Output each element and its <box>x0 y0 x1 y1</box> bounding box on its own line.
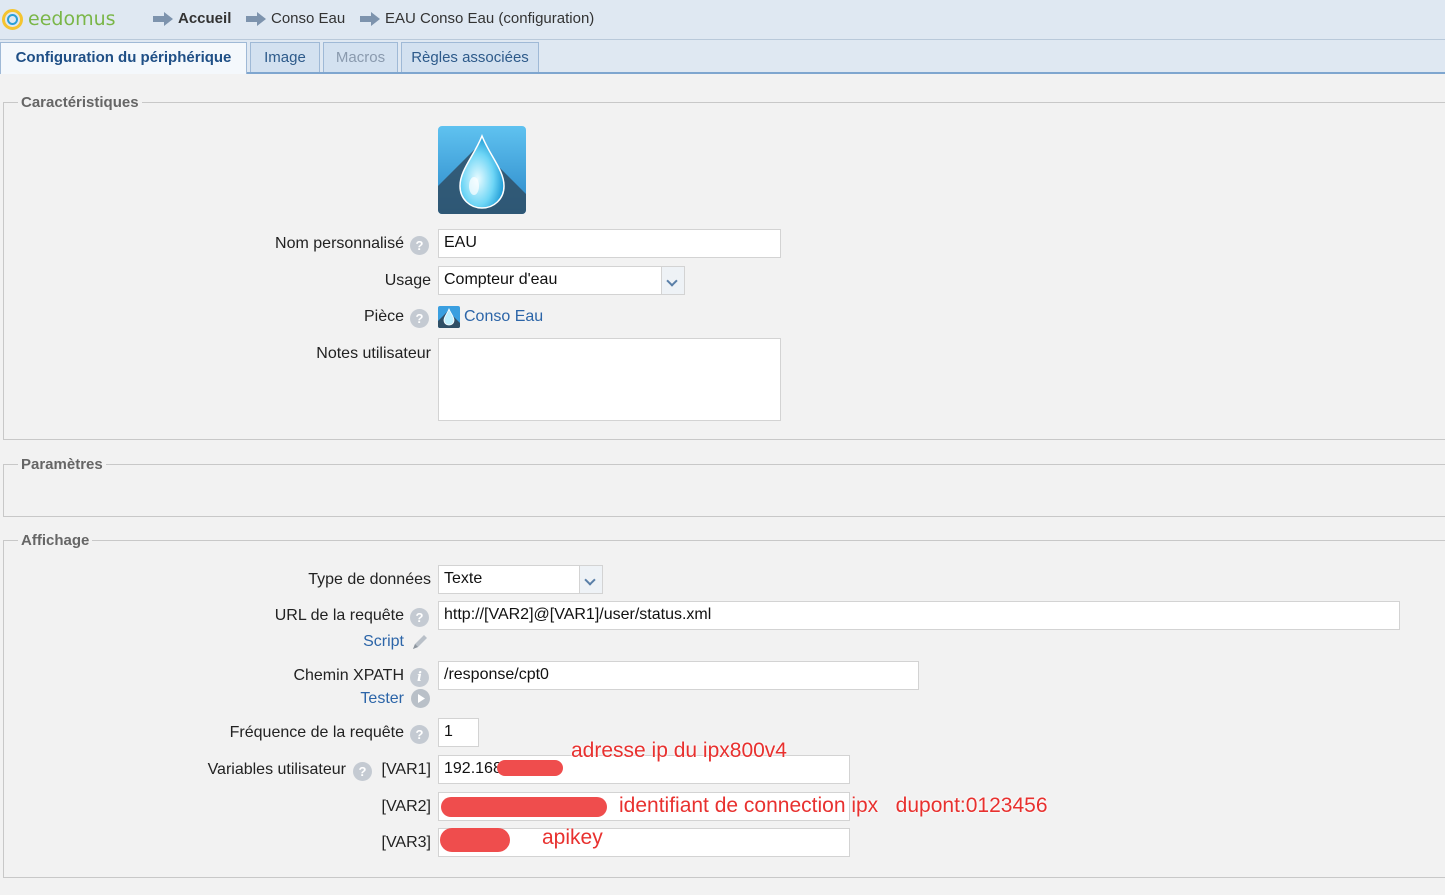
script-link[interactable]: Script <box>363 633 404 651</box>
xpath-input[interactable]: /response/cpt0 <box>438 661 919 690</box>
info-icon[interactable]: i <box>410 668 429 687</box>
piece-link[interactable]: Conso Eau <box>464 308 543 326</box>
logo-text: eedomus <box>28 8 116 30</box>
help-icon[interactable]: ? <box>410 725 429 744</box>
eedomus-logo[interactable]: eedomus <box>2 6 116 32</box>
redaction-mark <box>441 797 607 817</box>
tester-link[interactable]: Tester <box>360 690 404 708</box>
annotation-var2: identifiant de connection ipx dupont:012… <box>619 794 1048 817</box>
xpath-label: Chemin XPATH <box>293 667 404 684</box>
frequence-label: Fréquence de la requête <box>229 724 404 741</box>
breadcrumb-current: EAU Conso Eau (configuration) <box>360 10 594 27</box>
logo-ring-icon <box>2 8 23 30</box>
play-icon[interactable] <box>411 689 430 708</box>
annotation-var3: apikey <box>542 826 603 849</box>
breadcrumb-accueil[interactable]: Accueil <box>153 10 231 27</box>
pencil-icon[interactable] <box>411 632 430 656</box>
redaction-mark <box>497 760 563 776</box>
help-icon[interactable]: ? <box>410 309 429 328</box>
type-label: Type de données <box>308 571 431 588</box>
breadcrumb-label: Conso Eau <box>271 10 346 27</box>
arrow-right-icon <box>246 11 266 26</box>
var1-label: [VAR1] <box>381 761 432 778</box>
nom-input[interactable]: EAU <box>438 229 781 258</box>
chevron-down-icon[interactable] <box>661 267 684 294</box>
breadcrumb-label: EAU Conso Eau (configuration) <box>385 10 595 27</box>
tab-regles-associees[interactable]: Règles associées <box>401 42 539 72</box>
variables-label: Variables utilisateur <box>207 761 346 778</box>
breadcrumb-label: Accueil <box>178 10 232 27</box>
breadcrumb-conso-eau[interactable]: Conso Eau <box>246 10 345 27</box>
help-icon[interactable]: ? <box>410 236 429 255</box>
type-select[interactable]: Texte <box>438 565 603 594</box>
arrow-right-icon <box>153 11 173 26</box>
piece-label: Pièce <box>363 308 404 325</box>
help-icon[interactable]: ? <box>410 608 429 627</box>
usage-label: Usage <box>384 272 431 289</box>
usage-select[interactable]: Compteur d'eau <box>438 266 685 295</box>
url-input[interactable]: http://[VAR2]@[VAR1]/user/status.xml <box>438 601 1400 630</box>
tab-bar: Configuration du périphérique Image Macr… <box>0 40 1445 74</box>
url-label: URL de la requête <box>274 607 404 624</box>
arrow-right-icon <box>360 11 380 26</box>
usage-value: Compteur d'eau <box>444 271 558 288</box>
tab-macros[interactable]: Macros <box>323 42 398 72</box>
type-value: Texte <box>444 570 483 587</box>
annotation-var1: adresse ip du ipx800v4 <box>571 739 787 762</box>
notes-label: Notes utilisateur <box>316 345 431 362</box>
help-icon[interactable]: ? <box>353 762 372 781</box>
section-legend: Affichage <box>21 532 90 549</box>
section-legend: Caractéristiques <box>21 94 139 111</box>
notes-textarea[interactable] <box>438 338 781 421</box>
tab-configuration[interactable]: Configuration du périphérique <box>0 42 247 74</box>
frequence-input[interactable]: 1 <box>438 718 479 747</box>
section-parametres: Paramètres <box>3 456 1445 517</box>
water-drop-icon[interactable] <box>438 126 526 214</box>
nom-label: Nom personnalisé <box>275 235 404 252</box>
redaction-mark <box>440 828 510 852</box>
chevron-down-icon[interactable] <box>579 566 602 593</box>
top-bar: eedomus Accueil Conso Eau EAU Conso Eau … <box>0 0 1445 40</box>
tab-image[interactable]: Image <box>250 42 320 72</box>
section-legend: Paramètres <box>21 456 103 473</box>
var2-label: [VAR2] <box>381 798 432 815</box>
section-affichage: Affichage <box>3 532 1445 878</box>
var3-label: [VAR3] <box>381 834 432 851</box>
room-water-icon <box>438 306 460 328</box>
